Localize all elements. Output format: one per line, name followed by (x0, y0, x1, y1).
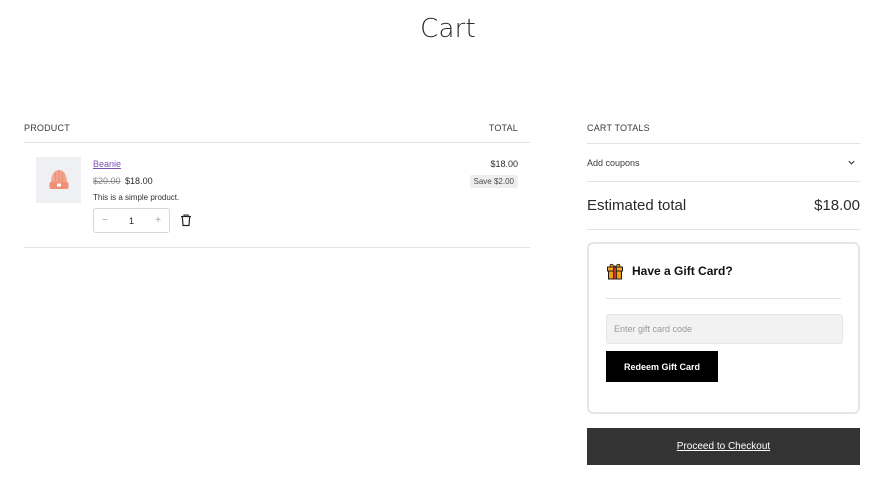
gift-card-header: Have a Gift Card? (606, 244, 841, 299)
column-header-total: Total (488, 123, 518, 133)
product-thumbnail[interactable] (36, 157, 81, 203)
cart-item-row: Beanie $20.00 $18.00 This is a simple pr… (24, 143, 530, 248)
cart-items-table: Product Total Beanie $20.00 $18.00 This … (24, 118, 530, 248)
estimated-total-value: $18.00 (814, 197, 860, 214)
gift-card-code-input[interactable] (606, 314, 843, 344)
add-coupons-label: Add coupons (587, 157, 640, 168)
quantity-input[interactable]: 1 (129, 216, 134, 226)
product-price: $20.00 $18.00 (93, 176, 153, 186)
product-name-link[interactable]: Beanie (93, 159, 121, 169)
sale-price: $18.00 (125, 176, 153, 186)
gift-card-panel: Have a Gift Card? Redeem Gift Card (587, 242, 860, 414)
savings-badge: Save $2.00 (469, 175, 518, 188)
quantity-increase-button[interactable]: + (155, 215, 161, 226)
estimated-total-label: Estimated total (587, 197, 687, 214)
cart-totals-sidebar: Cart Totals Add coupons Estimated total … (587, 118, 860, 465)
quantity-stepper: − 1 + (93, 208, 170, 233)
trash-icon[interactable] (179, 213, 193, 227)
gift-card-title: Have a Gift Card? (632, 264, 733, 278)
regular-price: $20.00 (93, 176, 121, 186)
column-header-product: Product (24, 123, 70, 133)
estimated-total-row: Estimated total $18.00 (587, 182, 860, 230)
add-coupons-toggle[interactable]: Add coupons (587, 144, 860, 182)
gift-icon (607, 263, 623, 280)
chevron-down-icon (848, 160, 855, 165)
product-description: This is a simple product. (93, 193, 180, 202)
cart-totals-heading: Cart Totals (587, 118, 860, 144)
cart-table-header: Product Total (24, 118, 530, 143)
page-title: Cart (420, 14, 476, 44)
beanie-hat-icon (49, 170, 68, 189)
quantity-decrease-button[interactable]: − (102, 215, 108, 226)
line-total: $18.00 (490, 159, 518, 169)
proceed-to-checkout-button[interactable]: Proceed to Checkout (587, 428, 860, 465)
redeem-gift-card-button[interactable]: Redeem Gift Card (606, 351, 718, 382)
